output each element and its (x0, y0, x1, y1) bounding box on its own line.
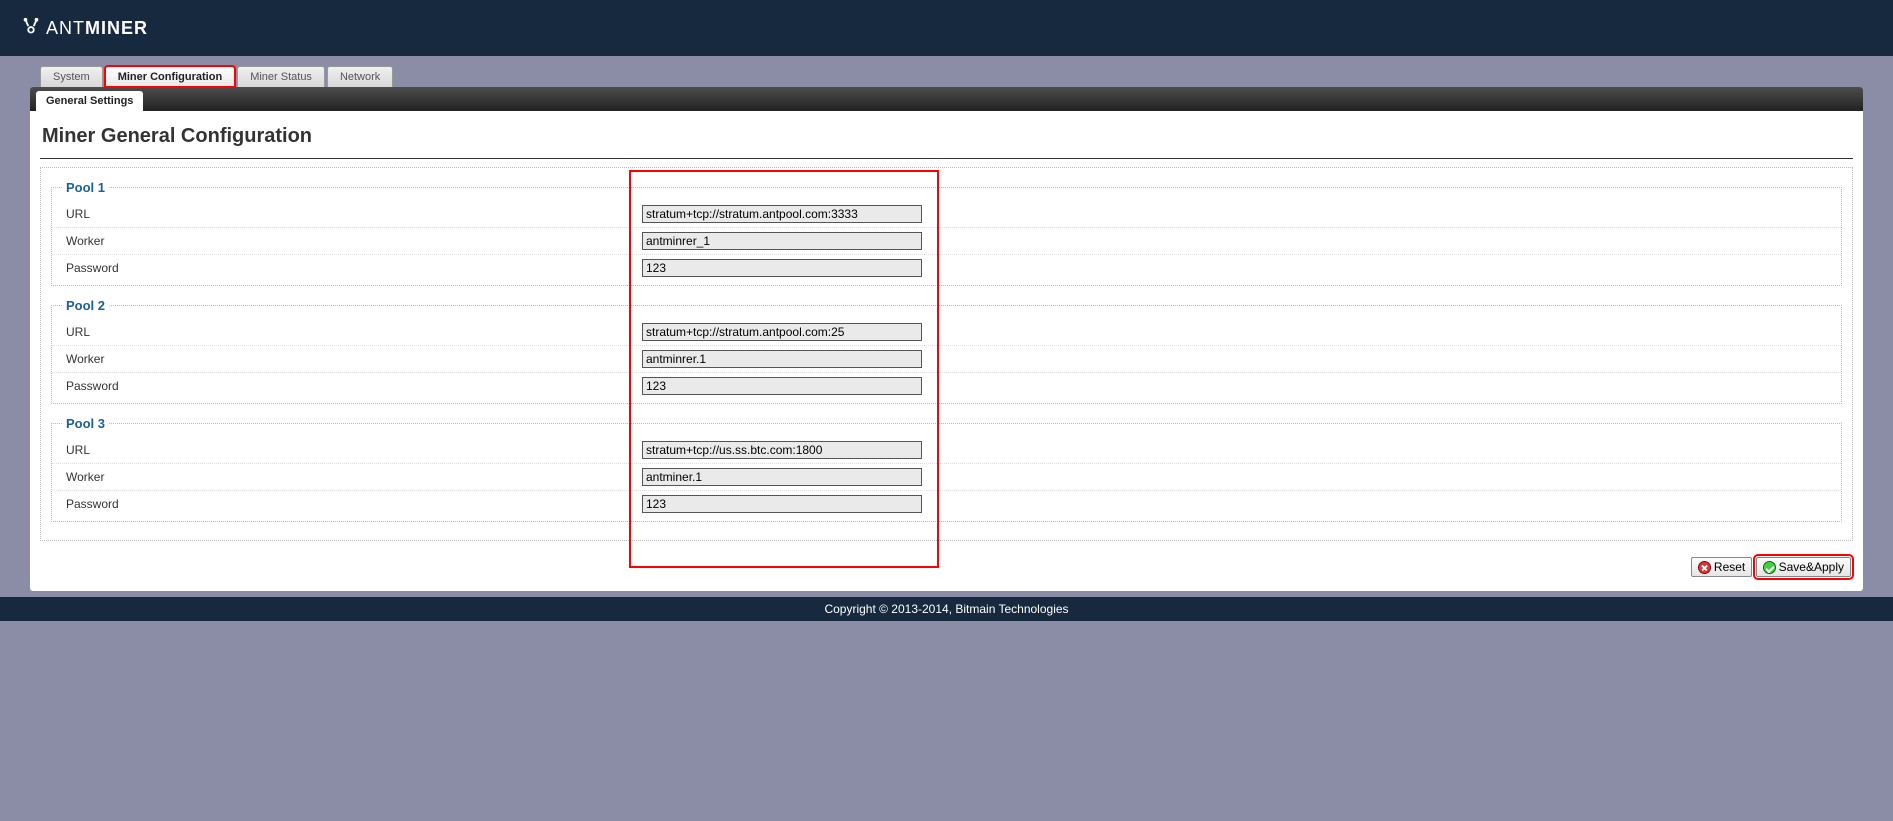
url-label: URL (52, 207, 642, 221)
reset-button-label: Reset (1714, 560, 1745, 574)
reset-icon (1698, 561, 1711, 574)
check-icon (1763, 561, 1776, 574)
pool-1-url-input[interactable] (642, 205, 922, 223)
pool-2-url-input[interactable] (642, 323, 922, 341)
main-tabs: System Miner Configuration Miner Status … (0, 56, 1893, 87)
tab-system[interactable]: System (40, 66, 103, 87)
subtab-general-settings[interactable]: General Settings (36, 91, 143, 111)
save-apply-button-label: Save&Apply (1779, 560, 1844, 574)
tab-miner-status[interactable]: Miner Status (237, 66, 325, 87)
pool-2-url-row: URL (52, 319, 1841, 346)
pool-3-url-input[interactable] (642, 441, 922, 459)
password-label: Password (52, 497, 642, 511)
pool-1-fieldset: Pool 1 URL Worker Password (51, 180, 1842, 286)
pool-3-fieldset: Pool 3 URL Worker Password (51, 416, 1842, 522)
form-area: Pool 1 URL Worker Password Pool 2 URL Wo… (40, 167, 1853, 541)
brand-logo: ANTMINER (20, 17, 148, 39)
pool-2-fieldset: Pool 2 URL Worker Password (51, 298, 1842, 404)
pool-1-password-row: Password (52, 255, 1841, 281)
buttons-row: Reset Save&Apply (30, 549, 1863, 581)
pool-3-worker-input[interactable] (642, 468, 922, 486)
pool-1-url-row: URL (52, 201, 1841, 228)
pool-2-legend: Pool 2 (62, 298, 109, 313)
content-panel: General Settings Miner General Configura… (30, 87, 1863, 591)
pool-2-password-input[interactable] (642, 377, 922, 395)
footer: Copyright © 2013-2014, Bitmain Technolog… (0, 597, 1893, 621)
pool-3-worker-row: Worker (52, 464, 1841, 491)
brand-text: ANTMINER (46, 18, 148, 39)
pool-3-password-row: Password (52, 491, 1841, 517)
pool-2-worker-input[interactable] (642, 350, 922, 368)
worker-label: Worker (52, 234, 642, 248)
pool-1-password-input[interactable] (642, 259, 922, 277)
tab-miner-configuration[interactable]: Miner Configuration (105, 66, 236, 87)
url-label: URL (52, 325, 642, 339)
title-divider (40, 158, 1853, 159)
password-label: Password (52, 379, 642, 393)
pool-1-worker-row: Worker (52, 228, 1841, 255)
pool-2-worker-row: Worker (52, 346, 1841, 373)
worker-label: Worker (52, 352, 642, 366)
pool-3-password-input[interactable] (642, 495, 922, 513)
url-label: URL (52, 443, 642, 457)
worker-label: Worker (52, 470, 642, 484)
pool-1-legend: Pool 1 (62, 180, 109, 195)
pool-2-password-row: Password (52, 373, 1841, 399)
password-label: Password (52, 261, 642, 275)
reset-button[interactable]: Reset (1691, 557, 1752, 577)
page-title: Miner General Configuration (30, 111, 1863, 158)
subtab-row: General Settings (30, 87, 1863, 111)
header-bar: ANTMINER (0, 0, 1893, 56)
pool-1-worker-input[interactable] (642, 232, 922, 250)
tab-network[interactable]: Network (327, 66, 393, 87)
pool-3-legend: Pool 3 (62, 416, 109, 431)
pool-3-url-row: URL (52, 437, 1841, 464)
save-apply-button[interactable]: Save&Apply (1756, 557, 1851, 577)
ant-icon (20, 17, 42, 39)
